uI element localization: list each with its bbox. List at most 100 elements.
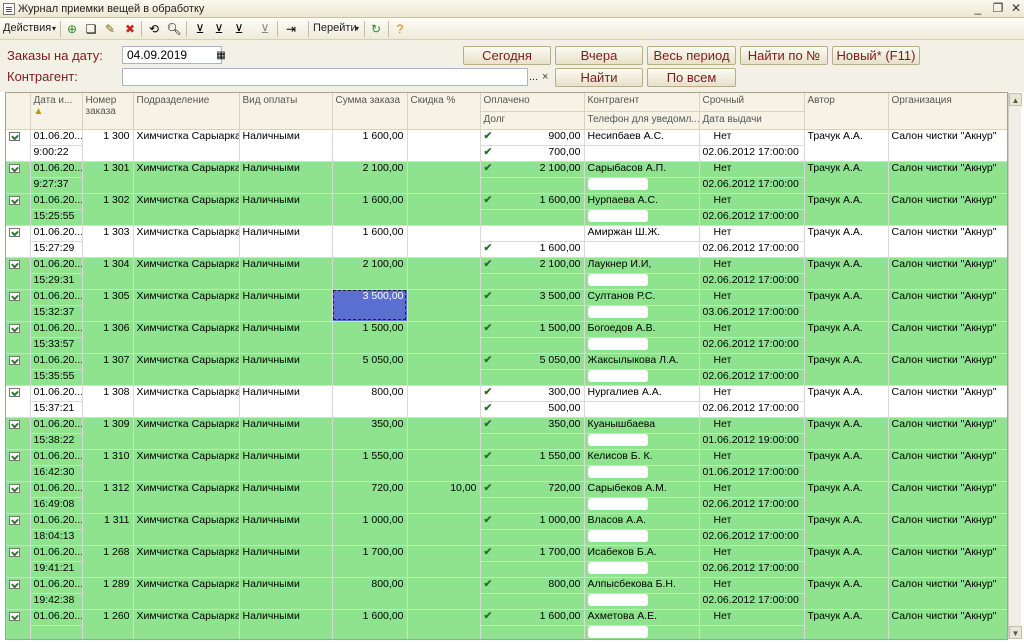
minimize-icon[interactable]: _ (970, 1, 986, 16)
date-field[interactable]: 04.09.2019 (122, 46, 222, 64)
header-discount[interactable]: Скидка % (407, 93, 481, 130)
cell-payment: Наличными (239, 417, 333, 450)
table-row[interactable]: 01.06.20... 1 311 Химчистка Сарыарка Наличн… (6, 513, 1007, 546)
cell-debt (480, 305, 585, 322)
goto-menu[interactable]: Перейти (313, 20, 357, 37)
delete-icon[interactable]: ✖ (122, 21, 138, 37)
header-issue-date[interactable]: Дата выдачи (699, 111, 805, 130)
cell-sum[interactable]: 2 100,00 (332, 161, 408, 194)
cell-sum[interactable]: 1 500,00 (332, 321, 408, 354)
cell-issue-date: 02.06.2012 17:00:00 (699, 177, 805, 194)
cell-issue-date: 02.06.2012 17:00:00 (699, 497, 805, 514)
table-row[interactable]: 01.06.20... 1 300 Химчистка Сарыарка Наличн… (6, 129, 1007, 162)
header-date[interactable]: Дата и... ▲ (30, 93, 83, 130)
cell-payment: Наличными (239, 289, 333, 322)
today-button[interactable]: Сегодня (463, 46, 551, 65)
chevron-down-icon[interactable]: ▾ (52, 20, 56, 37)
table-row[interactable]: 01.06.20... 1 303 Химчистка Сарыарка Наличн… (6, 225, 1007, 258)
find-by-no-button[interactable]: Найти по № (740, 46, 828, 65)
table-row[interactable]: 01.06.20... 1 306 Химчистка Сарыарка Наличн… (6, 321, 1007, 354)
clear-icon[interactable]: × (542, 69, 548, 86)
cell-date: 01.06.20... (30, 513, 83, 530)
filter-value-icon[interactable]: ⊻ (211, 21, 227, 37)
cell-sum[interactable]: 1 600,00 (332, 609, 408, 639)
edit-icon[interactable]: ✎ (102, 21, 118, 37)
yesterday-button[interactable]: Вчера (555, 46, 643, 65)
contractor-field[interactable] (122, 68, 528, 86)
table-row[interactable]: 01.06.20... 1 289 Химчистка Сарыарка Наличн… (6, 577, 1007, 610)
refresh-period-icon[interactable]: ⟲ (146, 21, 162, 37)
calendar-icon[interactable]: ▦ (213, 48, 229, 64)
all-button[interactable]: По всем (647, 68, 736, 87)
refresh-icon[interactable]: ↻ (368, 21, 384, 37)
cell-sum[interactable]: 5 050,00 (332, 353, 408, 386)
cell-sum[interactable]: 800,00 (332, 385, 408, 418)
table-row[interactable]: 01.06.20... 1 310 Химчистка Сарыарка Наличн… (6, 449, 1007, 482)
header-contractor[interactable]: Контрагент (584, 93, 700, 112)
help-icon[interactable]: ? (392, 21, 408, 37)
close-icon[interactable]: ✕ (1008, 1, 1024, 16)
all-period-button[interactable]: Весь период (647, 46, 736, 65)
header-org[interactable]: Организация (888, 93, 1007, 130)
cell-sum[interactable]: 1 000,00 (332, 513, 408, 546)
cell-sum[interactable]: 1 550,00 (332, 449, 408, 482)
header-author[interactable]: Автор (804, 93, 889, 130)
structure-icon[interactable]: ⇥ (283, 21, 299, 37)
restore-icon[interactable]: ❐ (990, 1, 1006, 16)
table-row[interactable]: 01.06.20... 1 308 Химчистка Сарыарка Наличн… (6, 385, 1007, 418)
table-row[interactable]: 01.06.20... 1 305 Химчистка Сарыарка Наличн… (6, 289, 1007, 322)
header-payment[interactable]: Вид оплаты (239, 93, 333, 130)
select-button[interactable]: ... (529, 69, 538, 86)
header-sum[interactable]: Сумма заказа (332, 93, 408, 130)
cell-division: Химчистка Сарыарка (133, 513, 240, 546)
cell-sum[interactable]: 800,00 (332, 577, 408, 610)
cell-sum[interactable]: 1 600,00 (332, 193, 408, 226)
header-debt[interactable]: Долг (480, 111, 585, 130)
header-phone[interactable]: Телефон для уведомл... (584, 111, 700, 130)
cell-discount (407, 193, 481, 226)
cell-time: 15:37:21 (30, 401, 83, 418)
table-row[interactable]: 01.06.20... 1 304 Химчистка Сарыарка Наличн… (6, 257, 1007, 290)
cell-org: Салон чистки "Акнур" (888, 385, 1007, 418)
copy-icon[interactable]: ❏ (83, 21, 99, 37)
actions-menu[interactable]: Действия (3, 20, 51, 37)
scroll-up-icon[interactable]: ▲ (1009, 93, 1022, 106)
table-row[interactable]: 01.06.20... 1 307 Химчистка Сарыарка Наличн… (6, 353, 1007, 386)
table-row[interactable]: 01.06.20... 1 302 Химчистка Сарыарка Наличн… (6, 193, 1007, 226)
vertical-scrollbar[interactable]: ▲ ▼ (1008, 93, 1022, 639)
cell-sum[interactable]: 2 100,00 (332, 257, 408, 290)
cell-sum[interactable]: 1 600,00 (332, 129, 408, 162)
scroll-down-icon[interactable]: ▼ (1009, 626, 1022, 639)
row-status-icon (6, 449, 31, 482)
phone-redacted (587, 209, 648, 222)
table-row[interactable]: 01.06.20... 1 309 Химчистка Сарыарка Наличн… (6, 417, 1007, 450)
filter-icon[interactable]: ⊻ (192, 21, 208, 37)
table-row[interactable]: 01.06.20... 1 312 Химчистка Сарыарка Наличн… (6, 481, 1007, 514)
find-button[interactable]: Найти (555, 68, 643, 87)
header-number[interactable]: Номер заказа (82, 93, 134, 130)
header-division[interactable]: Подразделение (133, 93, 240, 130)
cell-sum[interactable]: 3 500,00 (332, 289, 408, 322)
cell-payment: Наличными (239, 321, 333, 354)
header-urgent[interactable]: Срочный (699, 93, 805, 112)
filter-off-icon[interactable]: ⊻ (257, 21, 273, 37)
table-row[interactable]: 01.06.20... 1 268 Химчистка Сарыарка Наличн… (6, 545, 1007, 578)
header-paid[interactable]: Оплачено (480, 93, 585, 112)
filter-settings-icon[interactable]: ⊻ (231, 21, 247, 37)
cell-division: Химчистка Сарыарка (133, 417, 240, 450)
find-icon[interactable]: 🔍︎ (166, 21, 182, 37)
cell-sum[interactable]: 1 700,00 (332, 545, 408, 578)
add-icon[interactable]: ⊕ (64, 21, 80, 37)
cell-paid: ✔ 3 500,00 (480, 289, 585, 306)
chevron-down-icon[interactable]: ▾ (355, 20, 359, 37)
cell-sum[interactable]: 720,00 (332, 481, 408, 514)
table-row[interactable]: 01.06.20... 1 301 Химчистка Сарыарка Наличн… (6, 161, 1007, 194)
table-row[interactable]: 01.06.20... 1 260 Химчистка Сарыарка Наличн… (6, 609, 1007, 639)
phone-redacted (587, 497, 648, 510)
phone-redacted (587, 337, 648, 350)
cell-sum[interactable]: 350,00 (332, 417, 408, 450)
cell-phone (584, 529, 700, 546)
cell-date: 01.06.20... (30, 609, 83, 626)
cell-sum[interactable]: 1 600,00 (332, 225, 408, 258)
new-button[interactable]: Новый* (F11) (832, 46, 920, 65)
